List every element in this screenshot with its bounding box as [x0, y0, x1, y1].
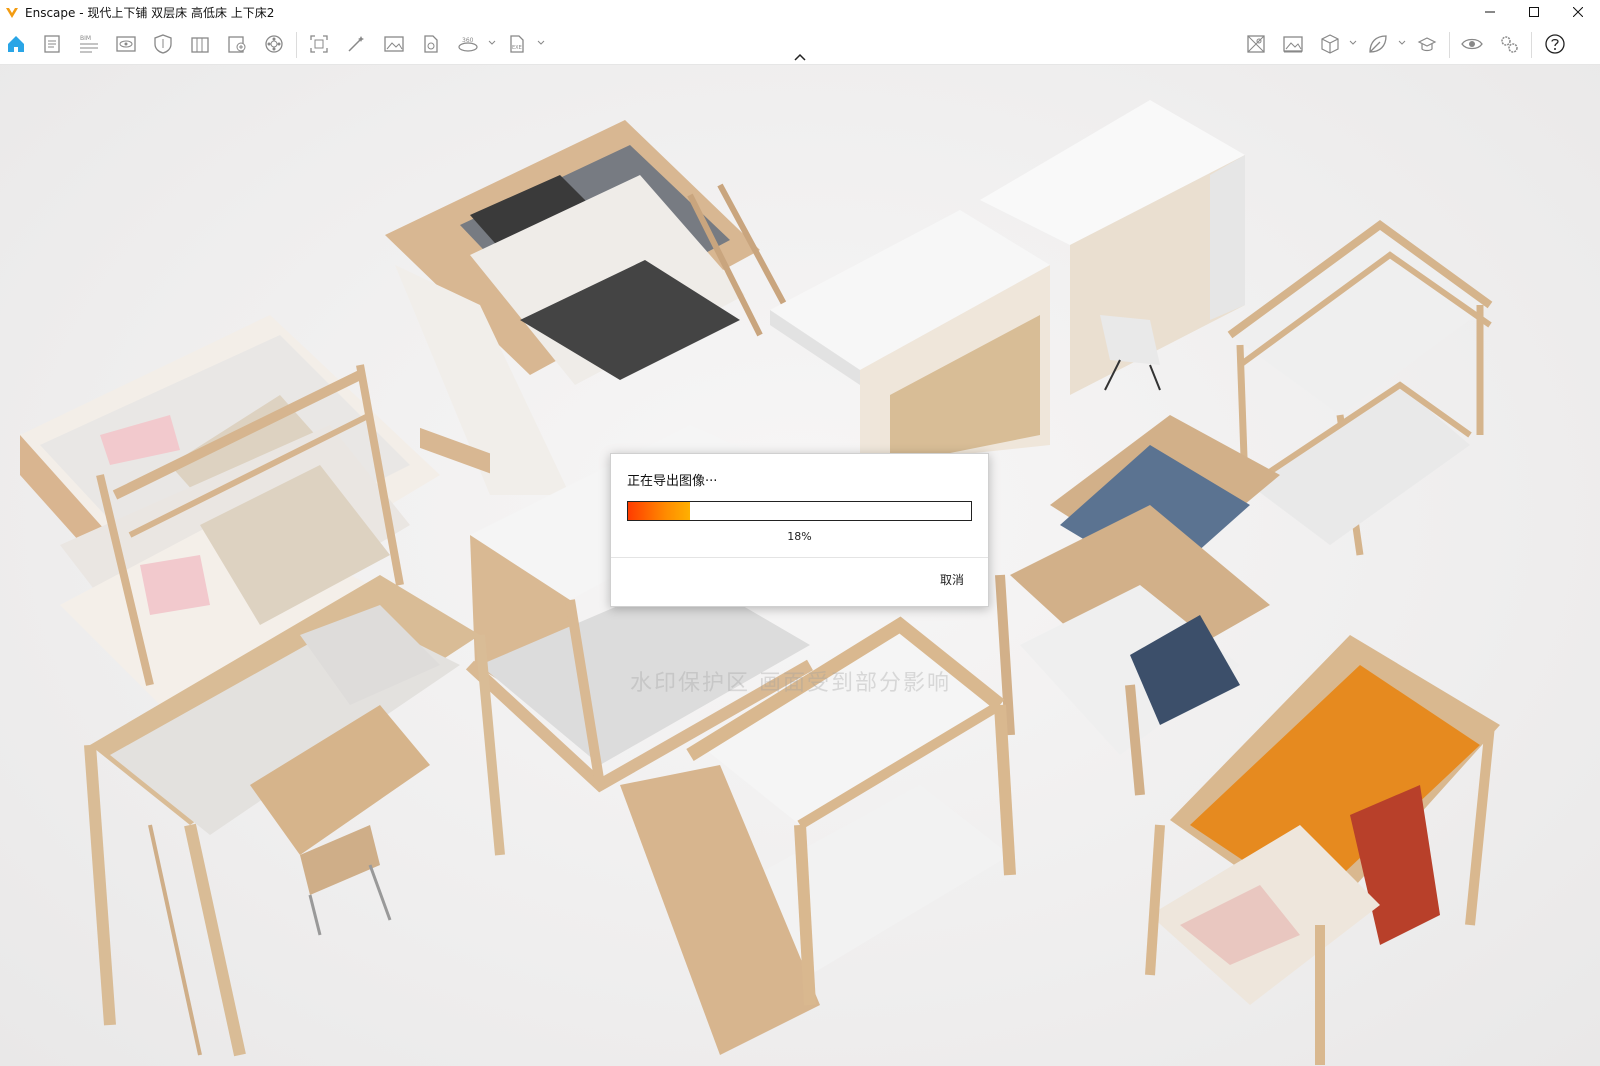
minimize-icon: [1485, 11, 1495, 13]
visual-settings-button[interactable]: [1460, 32, 1484, 56]
close-button[interactable]: [1556, 0, 1600, 24]
chevron-up-icon[interactable]: [793, 52, 807, 62]
toolbar-separator: [296, 32, 297, 58]
library-button[interactable]: [188, 32, 212, 56]
document-icon: [44, 35, 60, 53]
dialog-divider: [611, 557, 988, 558]
settings-button[interactable]: [1497, 32, 1521, 56]
gear-icon: [1501, 36, 1518, 53]
map-icon: [1247, 35, 1265, 53]
export-document-button[interactable]: [225, 32, 249, 56]
toolbar-separator: [1531, 32, 1532, 58]
hat-icon: [1417, 37, 1437, 52]
file-button[interactable]: [419, 32, 443, 56]
exe-export-icon: EXE: [510, 35, 524, 53]
window-title: Enscape - 现代上下铺 双层床 高低床 上下床2: [25, 5, 275, 20]
leaf-button[interactable]: [1366, 32, 1390, 56]
cube-icon: [1321, 34, 1339, 54]
magic-wand-button[interactable]: [344, 32, 368, 56]
panorama-360-icon: 360: [458, 37, 478, 52]
bunk-bed-model: [1227, 220, 1493, 556]
title-bar: Enscape - 现代上下铺 双层床 高低床 上下床2: [0, 0, 1600, 24]
bim-button[interactable]: BIM: [77, 32, 101, 56]
panorama-button[interactable]: 360: [456, 32, 480, 56]
chevron-down-icon[interactable]: [1348, 38, 1358, 48]
leaf-icon: [1369, 35, 1387, 53]
home-icon: [8, 36, 24, 52]
minimize-button[interactable]: [1468, 0, 1512, 24]
progress-fill: [628, 502, 690, 520]
screenshot-icon: [310, 35, 328, 53]
shield-icon: [154, 34, 172, 54]
library-icon: [191, 37, 209, 53]
hat-button[interactable]: [1415, 32, 1439, 56]
exe-export-button[interactable]: EXE: [505, 32, 529, 56]
magic-wand-icon: [348, 36, 364, 52]
home-button[interactable]: [4, 32, 28, 56]
help-button[interactable]: [1543, 32, 1567, 56]
toolbar-separator: [1449, 32, 1450, 58]
watermark-text: 水印保护区 画面受到部分影响: [630, 671, 951, 696]
document-button[interactable]: [40, 32, 64, 56]
maximize-button[interactable]: [1512, 0, 1556, 24]
bunk-bed-model: [770, 100, 1245, 465]
chevron-down-icon[interactable]: [487, 38, 497, 48]
cancel-button[interactable]: 取消: [940, 571, 964, 588]
view-mode-button[interactable]: [114, 32, 138, 56]
bim-icon: BIM: [80, 35, 98, 53]
maximize-icon: [1529, 7, 1539, 17]
video-button[interactable]: [262, 32, 286, 56]
map-button[interactable]: [1244, 32, 1268, 56]
bunk-bed-model: [995, 415, 1280, 796]
gallery-button[interactable]: [1281, 32, 1305, 56]
export-progress-dialog: 正在导出图像··· 18% 取消: [610, 453, 989, 607]
close-icon: [1573, 7, 1583, 17]
chevron-down-icon[interactable]: [1397, 38, 1407, 48]
progress-bar: [627, 501, 972, 521]
chevron-down-icon[interactable]: [536, 38, 546, 48]
cube-button[interactable]: [1318, 32, 1342, 56]
export-doc-icon: [228, 36, 246, 53]
progress-percent: 18%: [787, 530, 812, 543]
screenshot-button[interactable]: [307, 32, 331, 56]
asset-button[interactable]: [151, 32, 175, 56]
help-icon: [1545, 34, 1565, 54]
enscape-logo-icon: [6, 8, 18, 18]
svg-text:EXE: EXE: [512, 45, 522, 51]
eye-icon: [1461, 38, 1483, 50]
window-controls: [1468, 0, 1600, 24]
gallery-icon: [1283, 36, 1303, 53]
image-button[interactable]: [382, 32, 406, 56]
image-icon: [384, 36, 404, 52]
bunk-bed-model: [385, 120, 793, 495]
dialog-title: 正在导出图像···: [627, 474, 718, 489]
eye-view-icon: [116, 36, 136, 52]
settings-wheel-icon: [265, 35, 283, 53]
file-icon: [424, 35, 438, 53]
svg-text:BIM: BIM: [80, 35, 91, 42]
